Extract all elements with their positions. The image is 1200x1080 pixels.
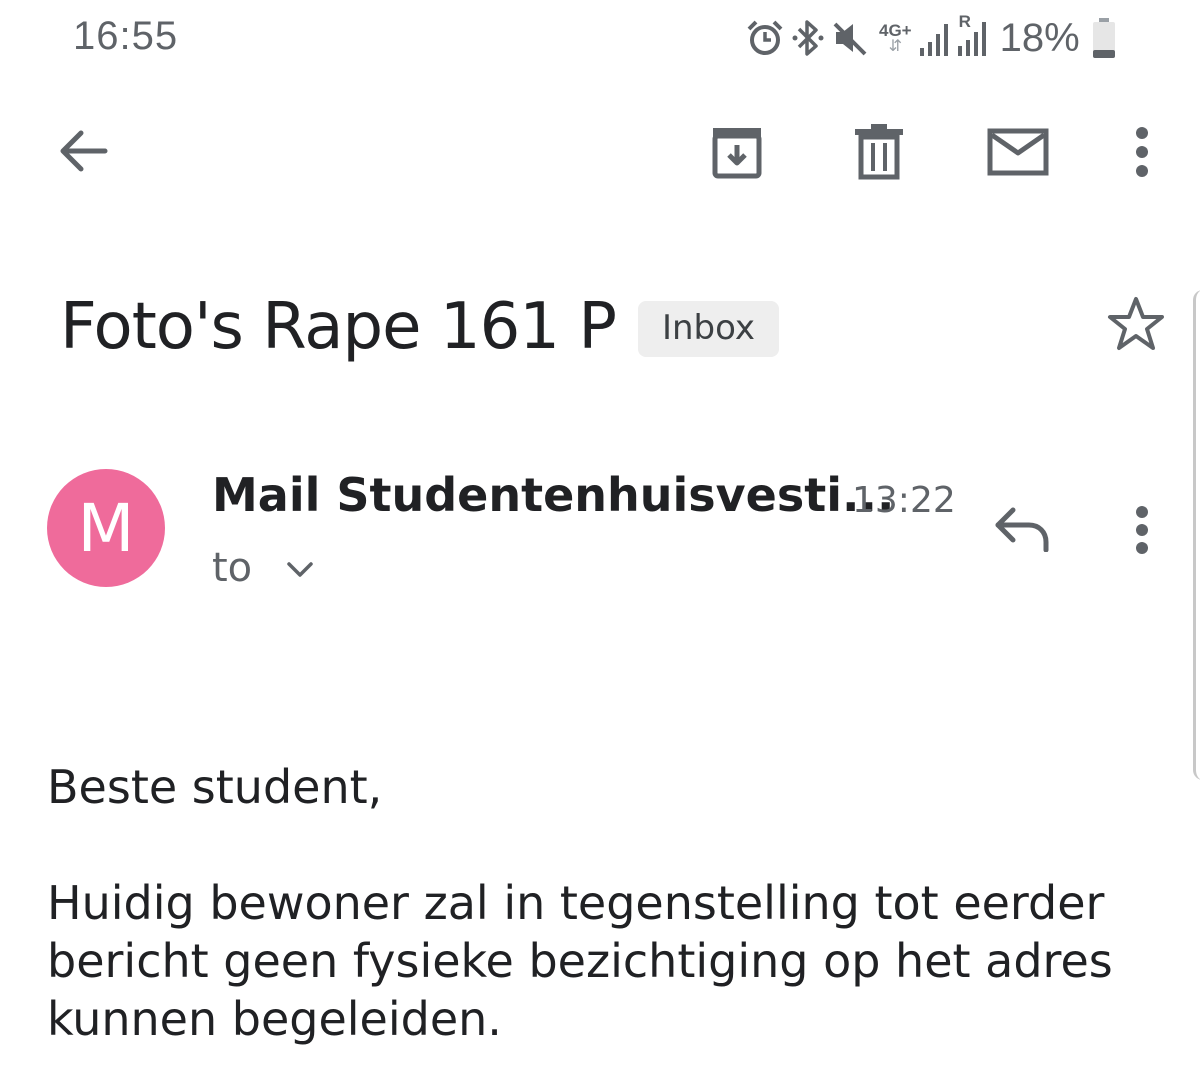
alarm-icon xyxy=(745,18,785,58)
reply-button[interactable] xyxy=(990,500,1054,556)
status-icons: 4G+ ⇵ R 18% xyxy=(745,12,1116,62)
mute-icon xyxy=(831,18,869,58)
chevron-down-icon xyxy=(287,562,313,577)
back-button[interactable] xyxy=(50,120,112,182)
network-label: 4G+ xyxy=(879,20,912,40)
signal-roaming-icon: R xyxy=(956,12,990,58)
delete-button[interactable] xyxy=(847,120,911,184)
recipients-label: to xyxy=(212,545,253,591)
message-more-button[interactable] xyxy=(1120,500,1164,560)
body-line: kunnen begeleiden. xyxy=(47,992,502,1046)
more-vert-icon xyxy=(1136,506,1148,554)
trash-icon xyxy=(855,124,903,180)
back-arrow-icon xyxy=(60,130,108,172)
bluetooth-icon xyxy=(791,18,825,58)
body-line: Huidig bewoner zal in tegenstelling tot … xyxy=(47,876,1105,930)
mail-icon xyxy=(987,128,1049,176)
subject-row: Foto's Rape 161 P Inbox xyxy=(60,290,779,364)
signal-icon xyxy=(918,18,950,58)
sender-name[interactable]: Mail Studentenhuisvesti... xyxy=(212,468,894,522)
roaming-label: R xyxy=(958,12,971,31)
battery-icon xyxy=(1092,17,1116,59)
mark-unread-button[interactable] xyxy=(985,120,1051,184)
recipients-toggle[interactable]: to xyxy=(212,545,314,591)
body-line: bericht geen fysieke bezichtiging op het… xyxy=(47,934,1113,988)
star-icon xyxy=(1108,297,1164,350)
battery-percent: 18% xyxy=(999,15,1080,60)
email-body: Beste student, Huidig bewoner zal in teg… xyxy=(47,758,1157,1048)
star-button[interactable] xyxy=(1104,292,1168,356)
inbox-label-chip[interactable]: Inbox xyxy=(637,301,779,357)
more-options-button[interactable] xyxy=(1120,120,1164,184)
email-time: 13:22 xyxy=(852,480,956,521)
sender-avatar[interactable]: M xyxy=(47,469,165,587)
email-paragraph: Huidig bewoner zal in tegenstelling tot … xyxy=(47,874,1157,1048)
status-time: 16:55 xyxy=(73,14,179,58)
email-subject: Foto's Rape 161 P xyxy=(60,290,617,364)
scroll-edge xyxy=(1193,290,1200,780)
network-4g-icon: 4G+ ⇵ xyxy=(879,20,912,55)
archive-icon xyxy=(712,128,762,179)
email-greeting: Beste student, xyxy=(47,760,383,814)
archive-button[interactable] xyxy=(705,120,769,184)
more-vert-icon xyxy=(1136,127,1148,177)
reply-icon xyxy=(995,507,1049,552)
